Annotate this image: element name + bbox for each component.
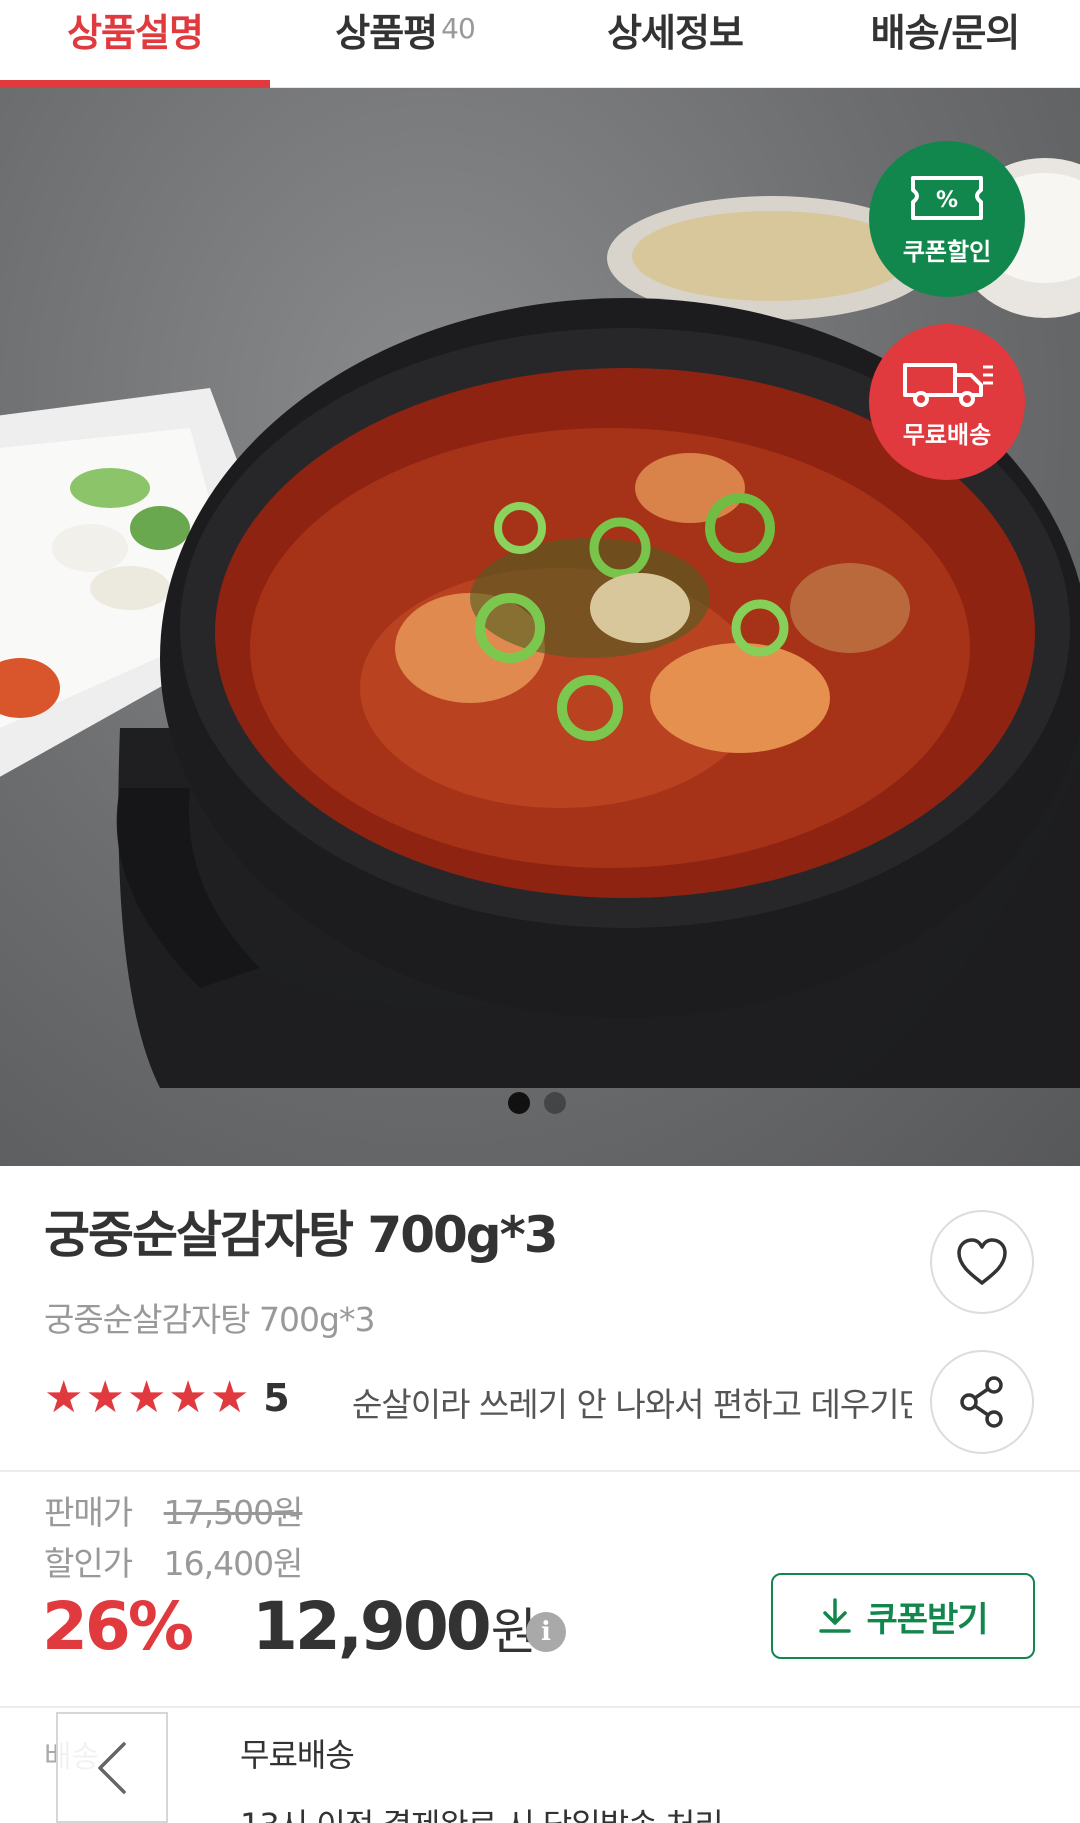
rating-summary[interactable]: ★ ★ ★ ★ ★ 5 <box>44 1376 290 1421</box>
tab-label: 배송/문의 <box>870 11 1021 55</box>
download-icon <box>819 1598 852 1633</box>
shipping-dispatch-info: 13시 이전 결제완료 시 당일발송 처리 <box>240 1800 724 1823</box>
share-button[interactable] <box>930 1350 1034 1454</box>
share-icon <box>960 1376 1003 1428</box>
tab-reviews[interactable]: 상품평 40 <box>270 0 540 87</box>
original-price-label: 판매가 <box>44 1493 133 1532</box>
discount-price-row: 할인가 16,400원 <box>44 1537 304 1585</box>
discount-rate: 26% <box>42 1588 194 1665</box>
star-icon: ★ <box>209 1372 250 1423</box>
coupon-symbol: % <box>936 188 958 213</box>
free-shipping-badge: 무료배송 <box>869 324 1025 480</box>
review-count: 40 <box>441 12 476 45</box>
tab-description[interactable]: 상품설명 <box>0 0 270 87</box>
active-tab-indicator <box>0 80 270 88</box>
star-icon: ★ <box>168 1372 208 1423</box>
star-icon: ★ <box>44 1372 84 1423</box>
coupon-badge-label: 쿠폰할인 <box>902 237 992 266</box>
product-title: 궁중순살감자탕 700g*3 <box>44 1206 559 1264</box>
truck-icon <box>903 362 993 407</box>
tab-shipping-inquiry[interactable]: 배송/문의 <box>810 0 1080 87</box>
tab-label: 상품설명 <box>67 11 204 55</box>
divider <box>0 1470 1080 1472</box>
carousel-dot[interactable] <box>544 1092 566 1114</box>
original-price-value: 17,500원 <box>163 1493 304 1532</box>
back-button[interactable] <box>56 1712 168 1823</box>
tab-bar: 상품설명 상품평 40 상세정보 배송/문의 <box>0 0 1080 88</box>
coupon-discount-badge: % 쿠폰할인 <box>869 141 1025 297</box>
star-icon: ★ <box>85 1372 125 1423</box>
shipping-value: 무료배송 <box>240 1736 355 1774</box>
info-icon[interactable]: i <box>526 1612 566 1652</box>
coupon-button-label: 쿠폰받기 <box>866 1599 988 1640</box>
discount-price-label: 할인가 <box>44 1544 133 1583</box>
product-image-carousel[interactable]: % 쿠폰할인 무료배송 <box>0 88 1080 1166</box>
coupon-download-button[interactable]: 쿠폰받기 <box>771 1573 1035 1659</box>
shipping-badge-label: 무료배송 <box>902 420 992 449</box>
original-price-row: 판매가 17,500원 <box>44 1486 304 1534</box>
tab-label: 상세정보 <box>607 11 744 55</box>
review-snippet[interactable]: 순살이라 쓰레기 안 나와서 편하고 데우기만 하 <box>352 1378 912 1426</box>
tab-details[interactable]: 상세정보 <box>540 0 810 87</box>
carousel-dot-active[interactable] <box>508 1092 530 1114</box>
star-icon: ★ <box>126 1372 167 1423</box>
chevron-left-icon <box>98 1741 126 1794</box>
coupon-icon: % <box>911 175 983 220</box>
heart-icon <box>957 1238 1007 1285</box>
discount-price-value: 16,400원 <box>163 1544 304 1583</box>
tab-label: 상품평 <box>335 11 438 55</box>
rating-stars: ★ ★ ★ ★ ★ <box>44 1376 249 1420</box>
divider <box>0 1706 1080 1708</box>
product-subtitle: 궁중순살감자탕 700g*3 <box>44 1300 375 1339</box>
final-price: 12,900원 <box>252 1588 537 1665</box>
carousel-indicator <box>508 1092 566 1114</box>
rating-score: 5 <box>263 1376 290 1420</box>
final-price-number: 12,900 <box>252 1588 492 1665</box>
wishlist-button[interactable] <box>930 1210 1034 1314</box>
